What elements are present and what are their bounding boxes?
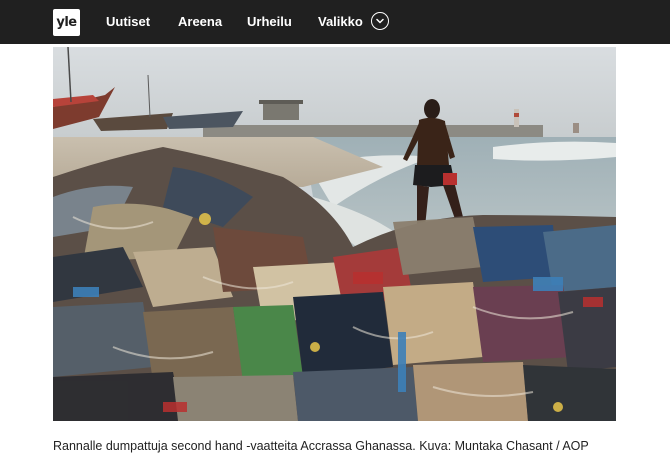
photo-caption: Rannalle dumpattuja second hand -vaattei… [53,439,589,453]
logo-text: yle [56,15,77,30]
nav-item-areena[interactable]: Areena [178,14,222,30]
nav-item-valikko[interactable]: Valikko [318,14,363,30]
menu-toggle-button[interactable] [371,12,389,30]
beach-clothing-waste-image [53,47,616,421]
top-navigation-bar: yle Uutiset Areena Urheilu Valikko [0,0,670,44]
chevron-down-icon [376,18,384,24]
nav-item-uutiset[interactable]: Uutiset [106,14,150,30]
article-photo [53,47,616,421]
yle-logo[interactable]: yle [53,9,80,36]
nav-item-urheilu[interactable]: Urheilu [247,14,292,30]
